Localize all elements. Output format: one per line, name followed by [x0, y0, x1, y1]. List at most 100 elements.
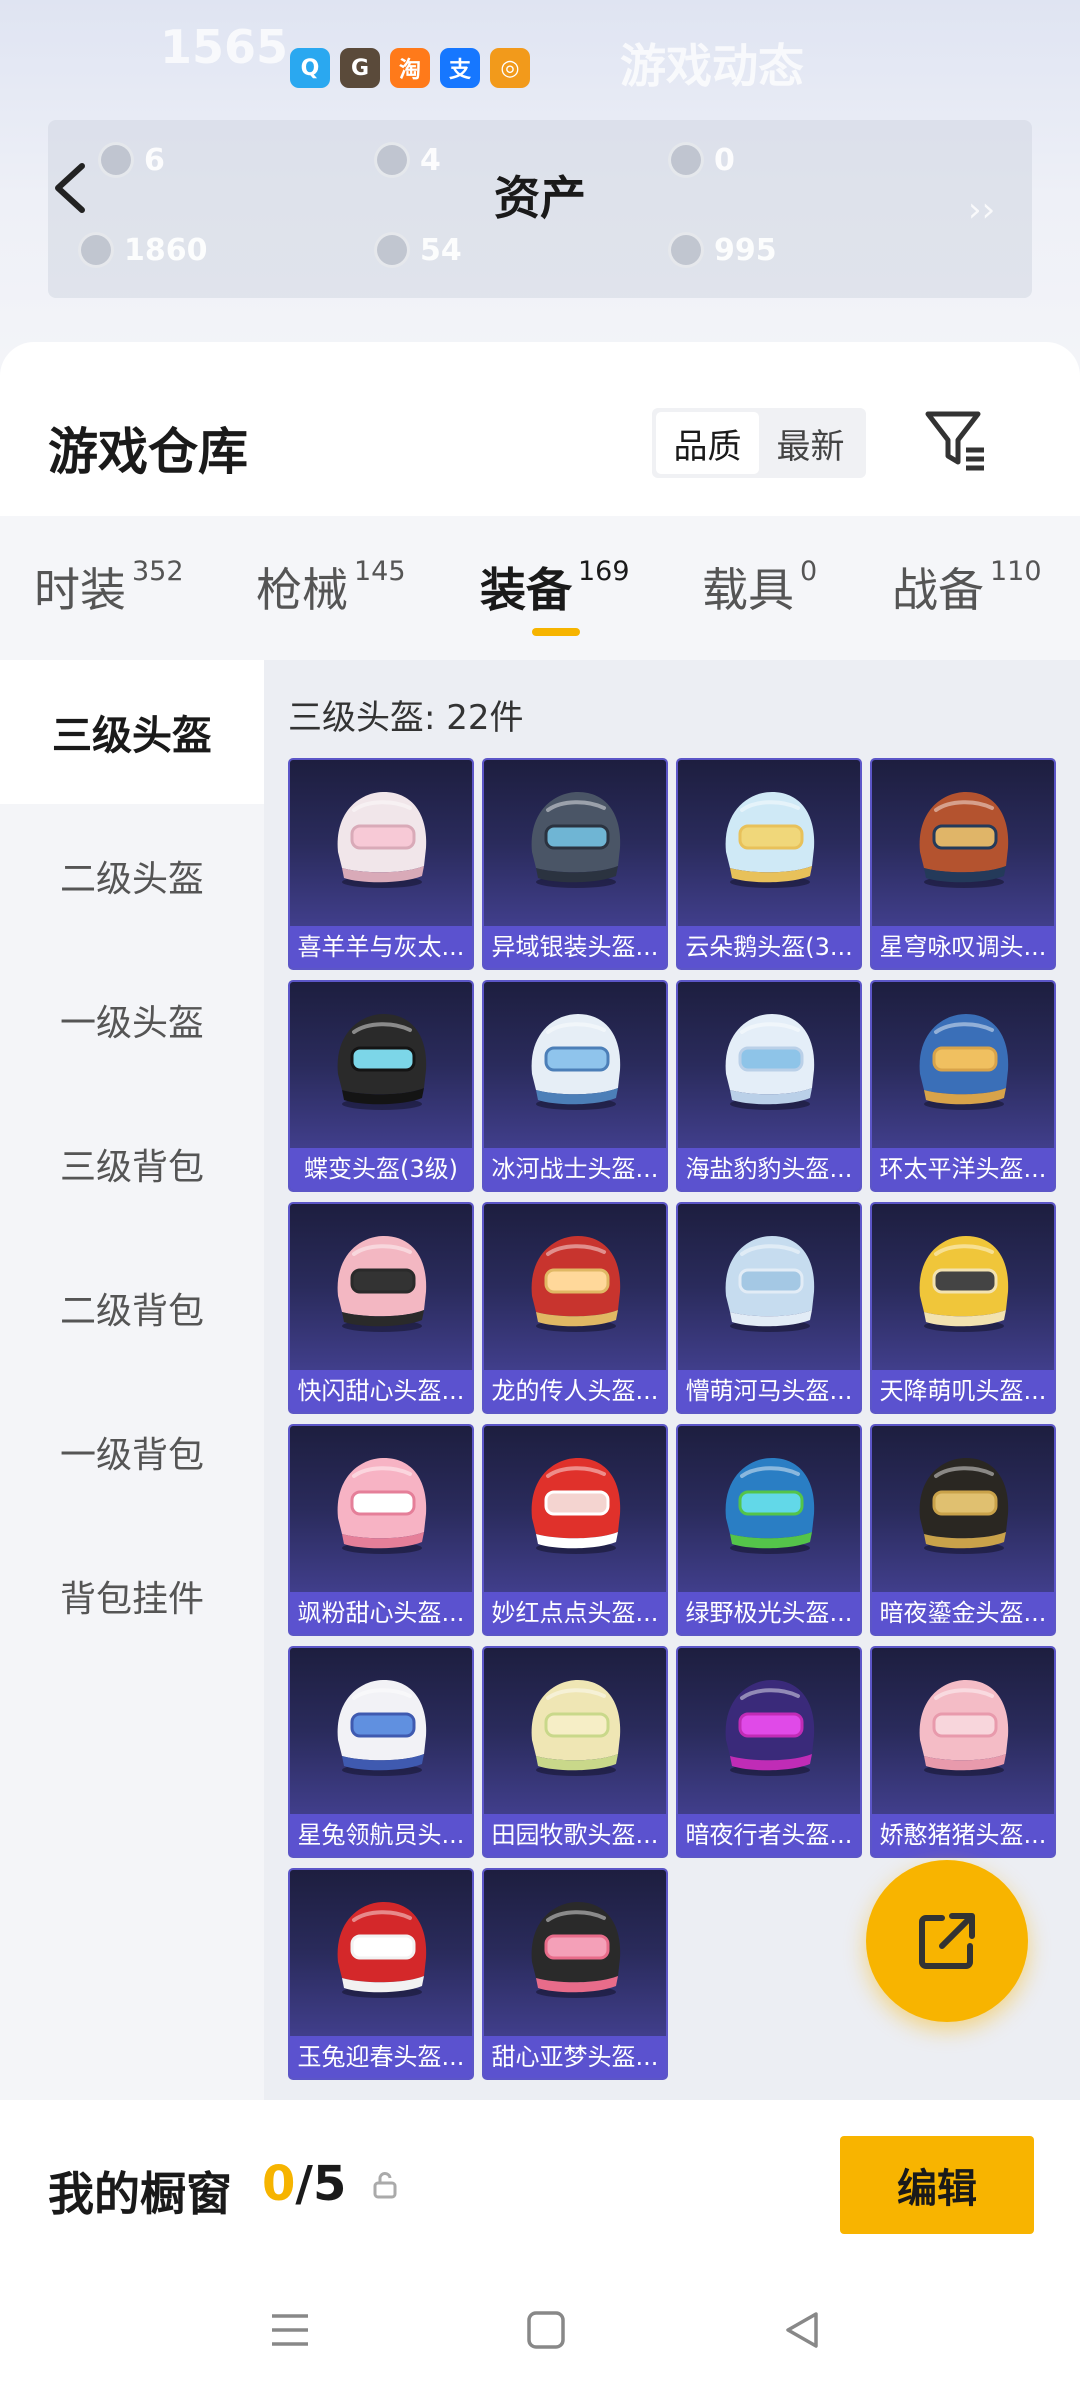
helmet-image: [919, 1458, 1009, 1554]
helmet-image: [337, 1902, 427, 1998]
helmet-image: [531, 1236, 621, 1332]
item-name: 懵萌河马头盔...: [678, 1370, 860, 1412]
filter-button[interactable]: [920, 404, 990, 474]
item-card[interactable]: 环太平洋头盔...: [870, 980, 1056, 1192]
active-tab-indicator: [532, 628, 580, 636]
sidebar-item-level3-helmet[interactable]: 三级头盔: [0, 660, 264, 804]
item-card[interactable]: 绿野极光头盔...: [676, 1424, 862, 1636]
back-nav-button[interactable]: [774, 2302, 830, 2358]
tab-supplies[interactable]: 战备 110: [892, 554, 1042, 620]
sort-quality-option[interactable]: 品质: [656, 412, 759, 474]
category-tabs: 时装 352 枪械 145 装备 169 载具 0 战备 110: [0, 516, 1080, 660]
helmet-image: [919, 1014, 1009, 1110]
sidebar-item-backpack-charms[interactable]: 背包挂件: [0, 1524, 264, 1668]
item-card[interactable]: 飒粉甜心头盔...: [288, 1424, 474, 1636]
sidebar-item-level1-helmet[interactable]: 一级头盔: [0, 948, 264, 1092]
helmet-image: [531, 792, 621, 888]
tab-count: 145: [354, 556, 406, 587]
item-name: 星兔领航员头...: [290, 1814, 472, 1856]
tab-label: 时装: [34, 563, 126, 617]
sidebar-item-level3-backpack[interactable]: 三级背包: [0, 1092, 264, 1236]
tab-label: 战备: [892, 563, 984, 617]
helmet-image: [725, 1458, 815, 1554]
home-nav-button[interactable]: [518, 2302, 574, 2358]
helmet-image: [919, 792, 1009, 888]
sidebar-item-level2-backpack[interactable]: 二级背包: [0, 1236, 264, 1380]
share-icon: [919, 1913, 975, 1969]
tab-fashion[interactable]: 时装 352: [34, 554, 184, 620]
item-card[interactable]: 喜羊羊与灰太...: [288, 758, 474, 970]
item-name: 妙红点点头盔...: [484, 1592, 666, 1634]
qq-icon: Q: [290, 48, 330, 88]
item-card[interactable]: 异域银装头盔...: [482, 758, 668, 970]
showcase-label: 我的橱窗: [48, 2167, 232, 2221]
item-card[interactable]: 星穹咏叹调头...: [870, 758, 1056, 970]
warehouse-title: 游戏仓库: [48, 423, 248, 481]
menu-nav-button[interactable]: [262, 2302, 318, 2358]
sidebar-item-level2-helmet[interactable]: 二级头盔: [0, 804, 264, 948]
item-card[interactable]: 甜心亚梦头盔...: [482, 1868, 668, 2080]
unlock-icon: [373, 2171, 397, 2199]
tab-label: 载具: [702, 563, 794, 617]
item-card[interactable]: 暗夜行者头盔...: [676, 1646, 862, 1858]
page-title: 资产: [494, 171, 586, 225]
item-card[interactable]: 娇憨猪猪头盔...: [870, 1646, 1056, 1858]
item-name: 玉兔迎春头盔...: [290, 2036, 472, 2078]
item-name: 娇憨猪猪头盔...: [872, 1814, 1054, 1856]
item-name: 飒粉甜心头盔...: [290, 1592, 472, 1634]
item-card[interactable]: 星兔领航员头...: [288, 1646, 474, 1858]
sort-newest-option[interactable]: 最新: [759, 412, 862, 474]
item-card[interactable]: 海盐豹豹头盔...: [676, 980, 862, 1192]
home-square-icon: [527, 2311, 565, 2349]
asset-value: 1860: [124, 232, 208, 268]
item-card[interactable]: 冰河战士头盔...: [482, 980, 668, 1192]
system-navigation-bar: [0, 2260, 1080, 2400]
menu-icon: [272, 2314, 308, 2346]
item-card[interactable]: 快闪甜心头盔...: [288, 1202, 474, 1414]
section-title: 三级头盔: 22件: [288, 698, 524, 738]
helmet-image: [725, 1236, 815, 1332]
item-card[interactable]: 蝶变头盔(3级): [288, 980, 474, 1192]
item-card[interactable]: 懵萌河马头盔...: [676, 1202, 862, 1414]
tab-weapons[interactable]: 枪械 145: [256, 554, 406, 620]
coin-icon: [668, 232, 704, 268]
filter-icon: [925, 411, 984, 471]
item-card[interactable]: 暗夜鎏金头盔...: [870, 1424, 1056, 1636]
helmet-image: [337, 1680, 427, 1776]
helmet-image: [725, 1680, 815, 1776]
coin-icon: [374, 232, 410, 268]
item-card[interactable]: 龙的传人头盔...: [482, 1202, 668, 1414]
item-name: 喜羊羊与灰太...: [290, 926, 472, 968]
sidebar-item-level1-backpack[interactable]: 一级背包: [0, 1380, 264, 1524]
helmet-image: [531, 1458, 621, 1554]
helmet-image: [725, 792, 815, 888]
faded-header-text: 1565: [160, 20, 289, 74]
item-name: 环太平洋头盔...: [872, 1148, 1054, 1190]
item-card[interactable]: 玉兔迎春头盔...: [288, 1868, 474, 2080]
edit-button[interactable]: 编辑: [840, 2136, 1034, 2234]
profile-header: 1565 游戏动态 Q G 淘支 ◎ 6 4 0 1860 54 995 ›› 资产: [0, 0, 1080, 360]
faded-header-text-right: 游戏动态: [620, 39, 804, 93]
asset-item: 1860: [78, 232, 208, 268]
subcategory-sidebar: 三级头盔 二级头盔 一级头盔 三级背包 二级背包 一级背包 背包挂件: [0, 660, 264, 2100]
helmet-image: [337, 1236, 427, 1332]
item-card[interactable]: 云朵鹅头盔(3...: [676, 758, 862, 970]
item-name: 异域银装头盔...: [484, 926, 666, 968]
share-button[interactable]: [866, 1860, 1028, 2022]
helmet-image: [725, 1014, 815, 1110]
helmet-image: [337, 1458, 427, 1554]
sort-toggle: 品质 最新: [652, 408, 866, 478]
showcase-current: 0: [262, 2156, 296, 2212]
item-name: 暗夜行者头盔...: [678, 1814, 860, 1856]
showcase-bar: 我的橱窗 0/5 编辑: [0, 2120, 1080, 2260]
item-card[interactable]: 妙红点点头盔...: [482, 1424, 668, 1636]
asset-item: 54: [374, 232, 462, 268]
tab-equipment[interactable]: 装备 169: [480, 554, 630, 620]
tab-vehicles[interactable]: 载具 0: [702, 554, 817, 620]
tab-count: 169: [578, 556, 630, 587]
warehouse-sheet: 游戏仓库 品质 最新 时装 352 枪械 145 装备 169 载具 0 战备 110 三…: [0, 342, 1080, 2122]
item-name: 天降萌叽头盔...: [872, 1370, 1054, 1412]
item-card[interactable]: 天降萌叽头盔...: [870, 1202, 1056, 1414]
item-name: 冰河战士头盔...: [484, 1148, 666, 1190]
item-card[interactable]: 田园牧歌头盔...: [482, 1646, 668, 1858]
